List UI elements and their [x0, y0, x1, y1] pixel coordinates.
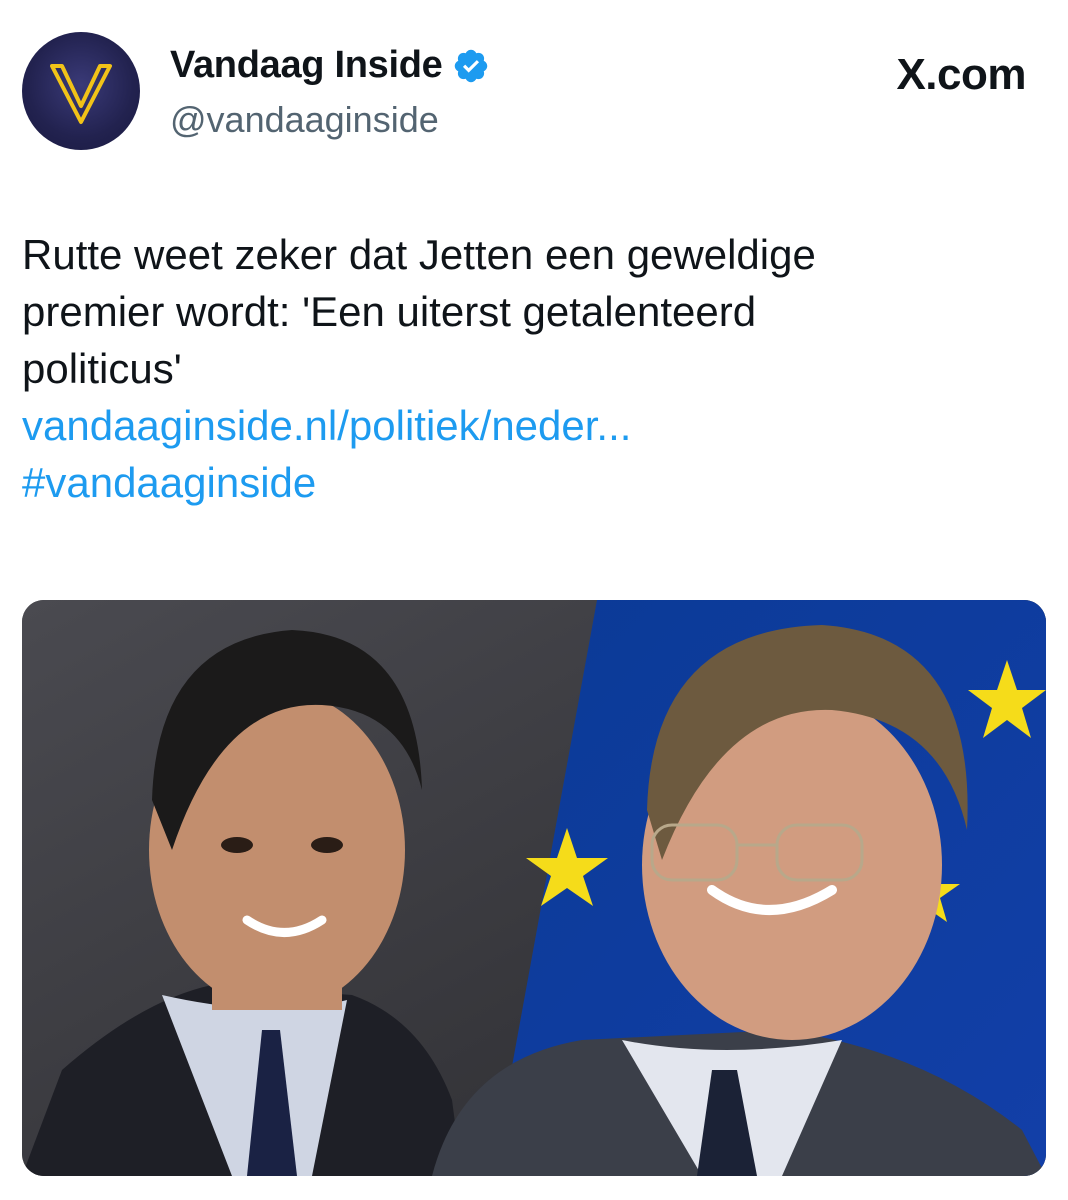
article-link[interactable]: vandaaginside.nl/politiek/neder... [22, 397, 1032, 454]
author-name-row: Vandaag Inside [170, 44, 490, 87]
display-name[interactable]: Vandaag Inside [170, 44, 443, 87]
hashtag-link[interactable]: #vandaaginside [22, 454, 1032, 511]
vandaag-inside-logo-icon [50, 64, 112, 124]
tweet-text: Rutte weet zeker dat Jetten een geweldig… [22, 226, 1032, 511]
verified-badge-icon [455, 49, 488, 82]
tweet-text-line: premier wordt: 'Een uiterst getalenteerd [22, 288, 757, 335]
tweet-media-image[interactable] [22, 600, 1046, 1176]
tweet-text-line: politicus' [22, 345, 182, 392]
source-badge: X.com [896, 50, 1026, 99]
avatar[interactable] [22, 32, 140, 150]
author-handle[interactable]: @vandaaginside [170, 99, 439, 141]
tweet-text-line: Rutte weet zeker dat Jetten een geweldig… [22, 231, 816, 278]
photo-two-politicians-icon [22, 600, 1046, 1176]
